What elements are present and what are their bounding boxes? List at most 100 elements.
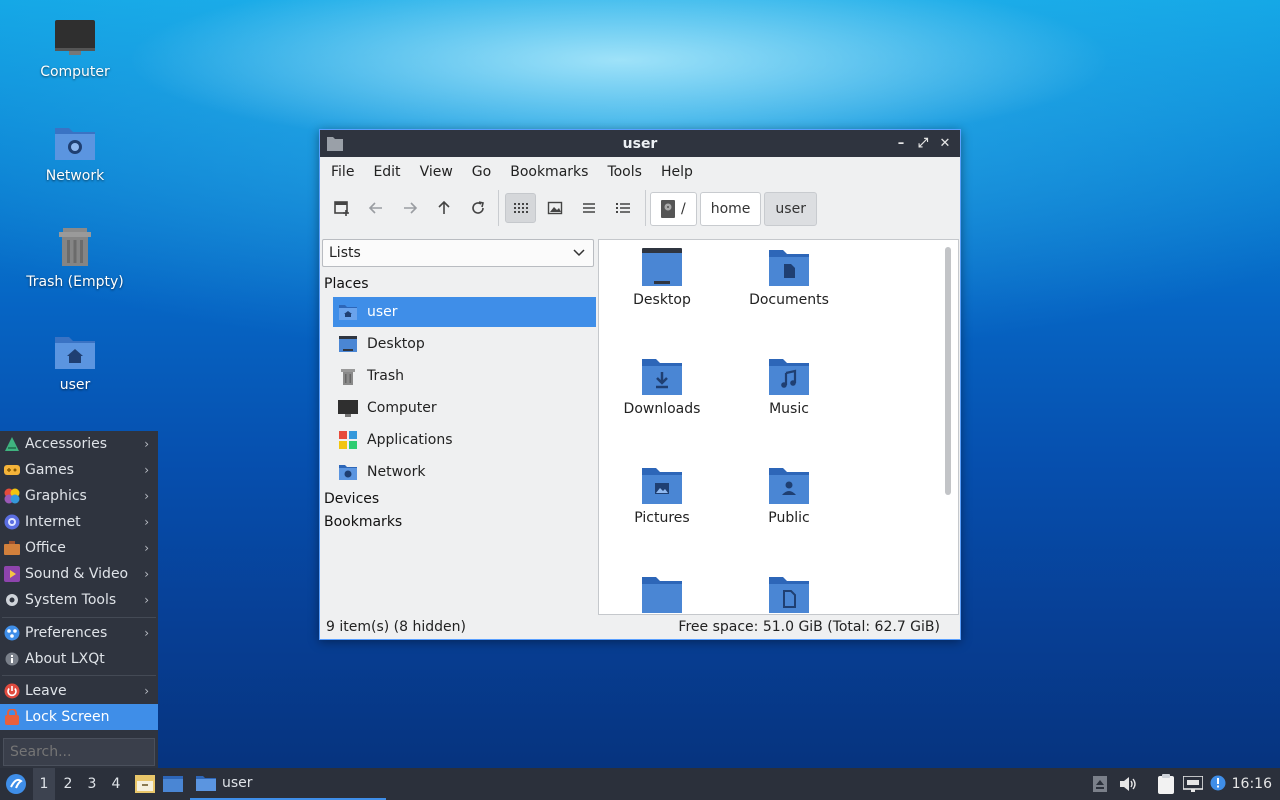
desktop-icon-computer[interactable]: Computer [20, 18, 130, 80]
file-item-folder[interactable] [603, 575, 721, 614]
side-pane: Lists Places user Desktop Trash Computer… [321, 239, 596, 610]
quicklaunch-file-manager[interactable] [134, 768, 156, 800]
desktop-icon-user[interactable]: user [20, 333, 130, 393]
menu-file[interactable]: File [323, 164, 362, 180]
menu-separator [2, 617, 156, 618]
system-tools-icon [4, 592, 20, 608]
menu-help[interactable]: Help [653, 164, 701, 180]
show-desktop-button[interactable] [162, 768, 184, 800]
place-computer[interactable]: Computer [333, 393, 596, 423]
network-folder-icon [338, 462, 358, 482]
list-view-icon [582, 203, 595, 213]
preferences-icon [4, 625, 20, 641]
new-tab-button[interactable] [326, 193, 357, 223]
taskbar-task-user[interactable]: user [190, 768, 386, 800]
devices-heading[interactable]: Devices [324, 491, 379, 507]
tray-network-button[interactable] [1182, 768, 1204, 800]
arrow-up-icon [437, 200, 450, 214]
menu-graphics[interactable]: Graphics › [0, 483, 158, 509]
menu-system-tools[interactable]: System Tools › [0, 587, 158, 613]
scrollbar-thumb[interactable] [945, 247, 951, 495]
close-icon[interactable]: ✕ [936, 134, 954, 152]
tray-clipboard-button[interactable] [1156, 768, 1176, 800]
menu-about-lxqt[interactable]: About LXQt [0, 646, 158, 672]
network-folder-icon [55, 128, 95, 160]
window-titlebar[interactable]: user – ⤢ ✕ [320, 130, 960, 157]
menu-accessories[interactable]: Accessories › [0, 431, 158, 457]
menu-tools[interactable]: Tools [599, 164, 650, 180]
place-desktop[interactable]: Desktop [333, 329, 596, 359]
bookmarks-heading[interactable]: Bookmarks [324, 514, 402, 530]
menu-edit[interactable]: Edit [365, 164, 408, 180]
file-item-desktop[interactable]: Desktop [603, 248, 721, 308]
menu-lock-screen[interactable]: Lock Screen [0, 704, 158, 730]
file-view[interactable]: Desktop Documents Downloads Music Pictur… [598, 239, 959, 615]
office-icon [4, 540, 20, 556]
menu-go[interactable]: Go [464, 164, 499, 180]
tray-eject-button[interactable] [1090, 768, 1110, 800]
menu-office[interactable]: Office › [0, 535, 158, 561]
internet-icon [4, 514, 20, 530]
place-trash[interactable]: Trash [333, 361, 596, 391]
volume-icon [1120, 777, 1136, 791]
app-search-input[interactable] [3, 738, 155, 766]
place-network[interactable]: Network [333, 457, 596, 487]
menu-internet[interactable]: Internet › [0, 509, 158, 535]
menu-games[interactable]: Games › [0, 457, 158, 483]
breadcrumb-home[interactable]: home [699, 192, 762, 226]
taskbar: 1 2 3 4 user 16:16 [0, 768, 1280, 800]
reload-button[interactable] [462, 193, 493, 223]
lock-icon [4, 709, 20, 725]
file-item-music[interactable]: Music [730, 357, 848, 417]
file-item-documents[interactable]: Documents [730, 248, 848, 308]
menu-bookmarks[interactable]: Bookmarks [502, 164, 596, 180]
clock[interactable]: 16:16 [1232, 768, 1272, 800]
desktop-icon-trash[interactable]: Trash (Empty) [20, 226, 130, 290]
file-cabinet-icon [135, 775, 155, 793]
menubar: File Edit View Go Bookmarks Tools Help [320, 157, 960, 187]
menu-preferences[interactable]: Preferences › [0, 620, 158, 646]
back-button[interactable] [360, 193, 391, 223]
maximize-icon[interactable]: ⤢ [914, 134, 932, 152]
minimize-icon[interactable]: – [892, 134, 910, 152]
place-applications[interactable]: Applications [333, 425, 596, 455]
games-icon [4, 462, 20, 478]
desktop-switch-3[interactable]: 3 [81, 768, 103, 800]
desktop-switch-2[interactable]: 2 [57, 768, 79, 800]
menu-leave[interactable]: Leave › [0, 678, 158, 704]
main-menu-button[interactable] [4, 768, 28, 800]
thumbnail-view-button[interactable] [539, 193, 570, 223]
templates-folder-icon [769, 577, 809, 613]
new-tab-icon [333, 201, 349, 216]
computer-icon [55, 20, 95, 55]
forward-button[interactable] [394, 193, 425, 223]
file-item-public[interactable]: Public [730, 466, 848, 526]
home-folder-icon [338, 302, 358, 322]
compact-view-button[interactable] [573, 193, 604, 223]
places-heading[interactable]: Places [324, 276, 369, 292]
file-item-templates[interactable] [730, 575, 848, 614]
multimedia-icon [4, 566, 20, 582]
icon-view-button[interactable] [505, 193, 536, 223]
desktop-switch-1[interactable]: 1 [33, 768, 55, 800]
file-item-downloads[interactable]: Downloads [603, 357, 721, 417]
breadcrumb: / home user [650, 192, 817, 226]
clipboard-icon [1158, 774, 1174, 794]
desktop-switch-4[interactable]: 4 [105, 768, 127, 800]
power-icon [4, 683, 20, 699]
breadcrumb-user[interactable]: user [764, 192, 817, 226]
up-button[interactable] [428, 193, 459, 223]
eject-icon [1093, 776, 1107, 792]
breadcrumb-root[interactable]: / [650, 192, 697, 226]
menu-view[interactable]: View [412, 164, 461, 180]
place-user[interactable]: user [333, 297, 596, 327]
file-item-pictures[interactable]: Pictures [603, 466, 721, 526]
desktop-icon-network[interactable]: Network [20, 124, 130, 184]
chevron-right-icon: › [144, 489, 149, 503]
detailed-view-button[interactable] [607, 193, 638, 223]
side-pane-mode-select[interactable]: Lists [322, 239, 594, 267]
music-folder-icon [769, 359, 809, 395]
menu-sound-video[interactable]: Sound & Video › [0, 561, 158, 587]
tray-updates-button[interactable] [1208, 768, 1228, 800]
tray-volume-button[interactable] [1118, 768, 1138, 800]
